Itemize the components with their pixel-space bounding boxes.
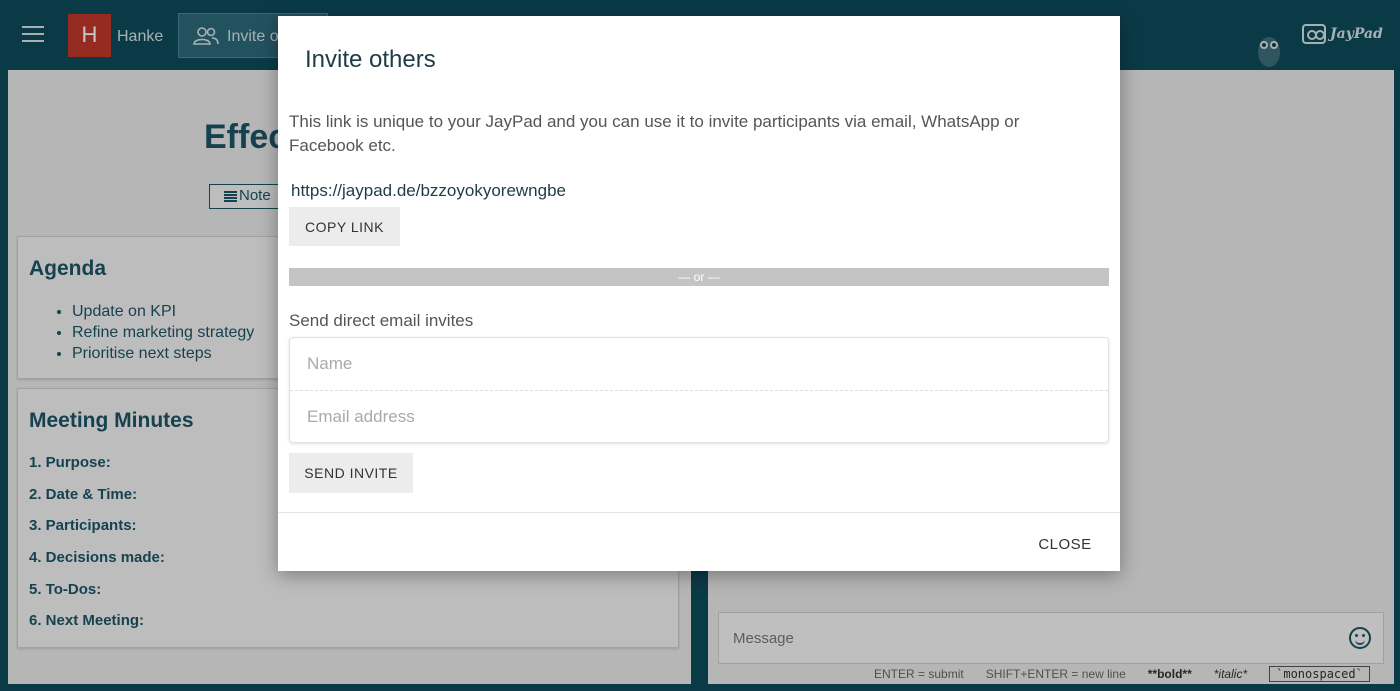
name-input[interactable] <box>290 338 1108 390</box>
modal-footer-divider <box>278 512 1120 513</box>
email-input[interactable] <box>290 391 1108 443</box>
copy-link-button[interactable]: COPY LINK <box>289 207 400 246</box>
or-divider: — or — <box>289 268 1109 286</box>
send-invite-button[interactable]: SEND INVITE <box>289 453 413 493</box>
invite-modal: Invite others This link is unique to you… <box>278 16 1120 571</box>
close-button[interactable]: CLOSE <box>1030 529 1100 559</box>
email-invite-form <box>289 337 1109 443</box>
invite-link[interactable]: https://jaypad.de/bzzoyokyorewngbe <box>291 181 566 201</box>
modal-description: This link is unique to your JayPad and y… <box>289 112 1020 155</box>
modal-title: Invite others <box>305 46 436 73</box>
email-invites-heading: Send direct email invites <box>289 311 474 330</box>
